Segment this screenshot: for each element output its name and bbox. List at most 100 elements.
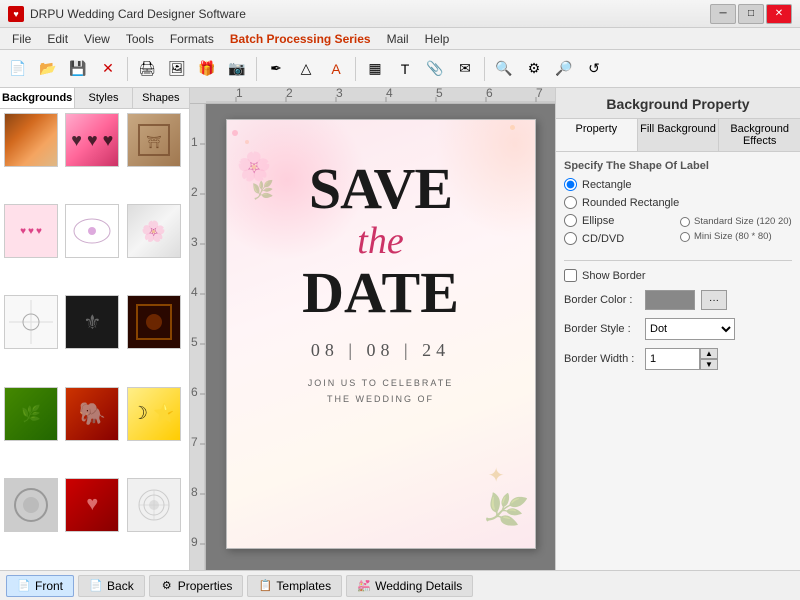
bg-item-12[interactable]: ☽ ⭐ [127, 387, 181, 441]
border-style-select[interactable]: Dot Solid Dash DashDot [645, 318, 735, 340]
minimize-button[interactable]: ─ [710, 4, 736, 24]
ellipse-option[interactable]: Ellipse [564, 214, 676, 227]
tb-open[interactable]: 📂 [34, 55, 62, 83]
menubar: File Edit View Tools Formats Batch Proce… [0, 28, 800, 50]
right-tab-property[interactable]: Property [556, 119, 638, 151]
back-tab-label: Back [107, 579, 134, 593]
canvas-scroll[interactable]: 🌸 🌿 🌿 ✦ SAVE the DATE 08 | 08 | 24 [206, 104, 555, 570]
tb-shape[interactable]: △ [292, 55, 320, 83]
back-tab-icon: 📄 [89, 579, 103, 593]
tb-text[interactable]: T [391, 55, 419, 83]
svg-text:4: 4 [191, 285, 198, 299]
tab-shapes[interactable]: Shapes [133, 88, 189, 108]
bg-item-3[interactable]: ⛩ [127, 113, 181, 167]
tb-search[interactable]: 🔎 [550, 55, 578, 83]
rounded-rect-option[interactable]: Rounded Rectangle [564, 196, 792, 209]
tb-new[interactable]: 📄 [4, 55, 32, 83]
menu-formats[interactable]: Formats [162, 30, 222, 48]
rounded-rect-radio[interactable] [564, 196, 577, 209]
border-width-down[interactable]: ▼ [700, 359, 718, 370]
tb-zoom[interactable]: 🔍 [490, 55, 518, 83]
right-panel-content: Specify The Shape Of Label Rectangle Rou… [556, 152, 800, 570]
border-style-row: Border Style : Dot Solid Dash DashDot [564, 318, 792, 340]
templates-tab-icon: 📋 [258, 579, 272, 593]
border-color-swatch[interactable] [645, 290, 695, 310]
tab-styles[interactable]: Styles [75, 88, 132, 108]
menu-help[interactable]: Help [417, 30, 458, 48]
tb-gift[interactable]: 🎁 [193, 55, 221, 83]
templates-tab-label: Templates [276, 579, 331, 593]
standard-size-radio[interactable] [680, 217, 690, 227]
rectangle-radio[interactable] [564, 178, 577, 191]
show-border-check[interactable]: Show Border [564, 269, 646, 282]
mini-size-radio[interactable] [680, 232, 690, 242]
bg-item-4[interactable]: ♥♥♥ [4, 204, 58, 258]
toolbar: 📄 📂 💾 ✕ 🖨 🖼 🎁 📷 ✒ △ A ▦ T 📎 ✉ 🔍 ⚙ 🔎 ↺ [0, 50, 800, 88]
bg-item-15[interactable] [127, 478, 181, 532]
tb-delete[interactable]: ✕ [94, 55, 122, 83]
bg-item-9[interactable] [127, 295, 181, 349]
tb-pen[interactable]: ✒ [262, 55, 290, 83]
bg-item-7[interactable] [4, 295, 58, 349]
show-border-checkbox[interactable] [564, 269, 577, 282]
bg-item-13[interactable] [4, 478, 58, 532]
tb-photo[interactable]: 📷 [223, 55, 251, 83]
tb-settings[interactable]: ⚙ [520, 55, 548, 83]
menu-batch[interactable]: Batch Processing Series [222, 30, 379, 48]
bottom-tab-back[interactable]: 📄 Back [78, 575, 145, 597]
front-tab-icon: 📄 [17, 579, 31, 593]
tb-save[interactable]: 💾 [64, 55, 92, 83]
menu-mail[interactable]: Mail [379, 30, 417, 48]
bg-item-6[interactable]: 🌸 [127, 204, 181, 258]
bg-item-8[interactable]: ⚜ [65, 295, 119, 349]
sep3 [355, 57, 356, 81]
svg-text:2: 2 [191, 185, 198, 199]
right-tab-fill[interactable]: Fill Background [638, 119, 720, 151]
bg-item-2[interactable]: ♥ ♥ ♥ [65, 113, 119, 167]
bg-item-11[interactable]: 🐘 [65, 387, 119, 441]
bottom-tab-templates[interactable]: 📋 Templates [247, 575, 342, 597]
size-col: Standard Size (120 20) Mini Size (80 * 8… [680, 214, 792, 250]
menu-view[interactable]: View [76, 30, 118, 48]
tb-image[interactable]: 🖼 [163, 55, 191, 83]
tb-barcode[interactable]: ▦ [361, 55, 389, 83]
border-width-input[interactable] [645, 348, 700, 370]
tab-backgrounds[interactable]: Backgrounds [0, 88, 75, 108]
tb-print[interactable]: 🖨 [133, 55, 161, 83]
bg-item-5[interactable] [65, 204, 119, 258]
properties-tab-icon: ⚙ [160, 579, 174, 593]
menu-file[interactable]: File [4, 30, 39, 48]
border-color-picker-btn[interactable]: ··· [701, 290, 727, 310]
bg-item-14[interactable]: ♥ [65, 478, 119, 532]
main-area: Backgrounds Styles Shapes ♥ ♥ ♥ ⛩ ♥♥♥ [0, 88, 800, 570]
menu-edit[interactable]: Edit [39, 30, 76, 48]
standard-size-option[interactable]: Standard Size (120 20) [680, 216, 792, 227]
border-width-up[interactable]: ▲ [700, 348, 718, 359]
ruler-wrap: 1 2 3 4 5 6 7 8 9 [190, 104, 555, 570]
shape-section: Specify The Shape Of Label Rectangle Rou… [564, 160, 792, 250]
bottom-tab-properties[interactable]: ⚙ Properties [149, 575, 244, 597]
canvas-area: 1 2 3 4 5 6 7 8 [190, 88, 555, 570]
right-tab-effects[interactable]: Background Effects [719, 119, 800, 151]
bottom-tab-front[interactable]: 📄 Front [6, 575, 74, 597]
right-panel: Background Property Property Fill Backgr… [555, 88, 800, 570]
tb-clip[interactable]: 📎 [421, 55, 449, 83]
bg-item-1[interactable] [4, 113, 58, 167]
close-button[interactable]: ✕ [766, 4, 792, 24]
bottom-tab-wedding[interactable]: 💒 Wedding Details [346, 575, 473, 597]
right-panel-header: Background Property [556, 88, 800, 119]
cddvd-radio[interactable] [564, 232, 577, 245]
border-width-label: Border Width : [564, 353, 639, 365]
bg-item-10[interactable]: 🌿 [4, 387, 58, 441]
rectangle-option[interactable]: Rectangle [564, 178, 792, 191]
tb-color[interactable]: A [322, 55, 350, 83]
right-tabs: Property Fill Background Background Effe… [556, 119, 800, 152]
mini-size-option[interactable]: Mini Size (80 * 80) [680, 231, 792, 242]
ellipse-radio[interactable] [564, 214, 577, 227]
cddvd-option[interactable]: CD/DVD [564, 232, 676, 245]
card-save-text: SAVE [309, 160, 452, 218]
maximize-button[interactable]: □ [738, 4, 764, 24]
tb-refresh[interactable]: ↺ [580, 55, 608, 83]
tb-mail[interactable]: ✉ [451, 55, 479, 83]
menu-tools[interactable]: Tools [118, 30, 162, 48]
